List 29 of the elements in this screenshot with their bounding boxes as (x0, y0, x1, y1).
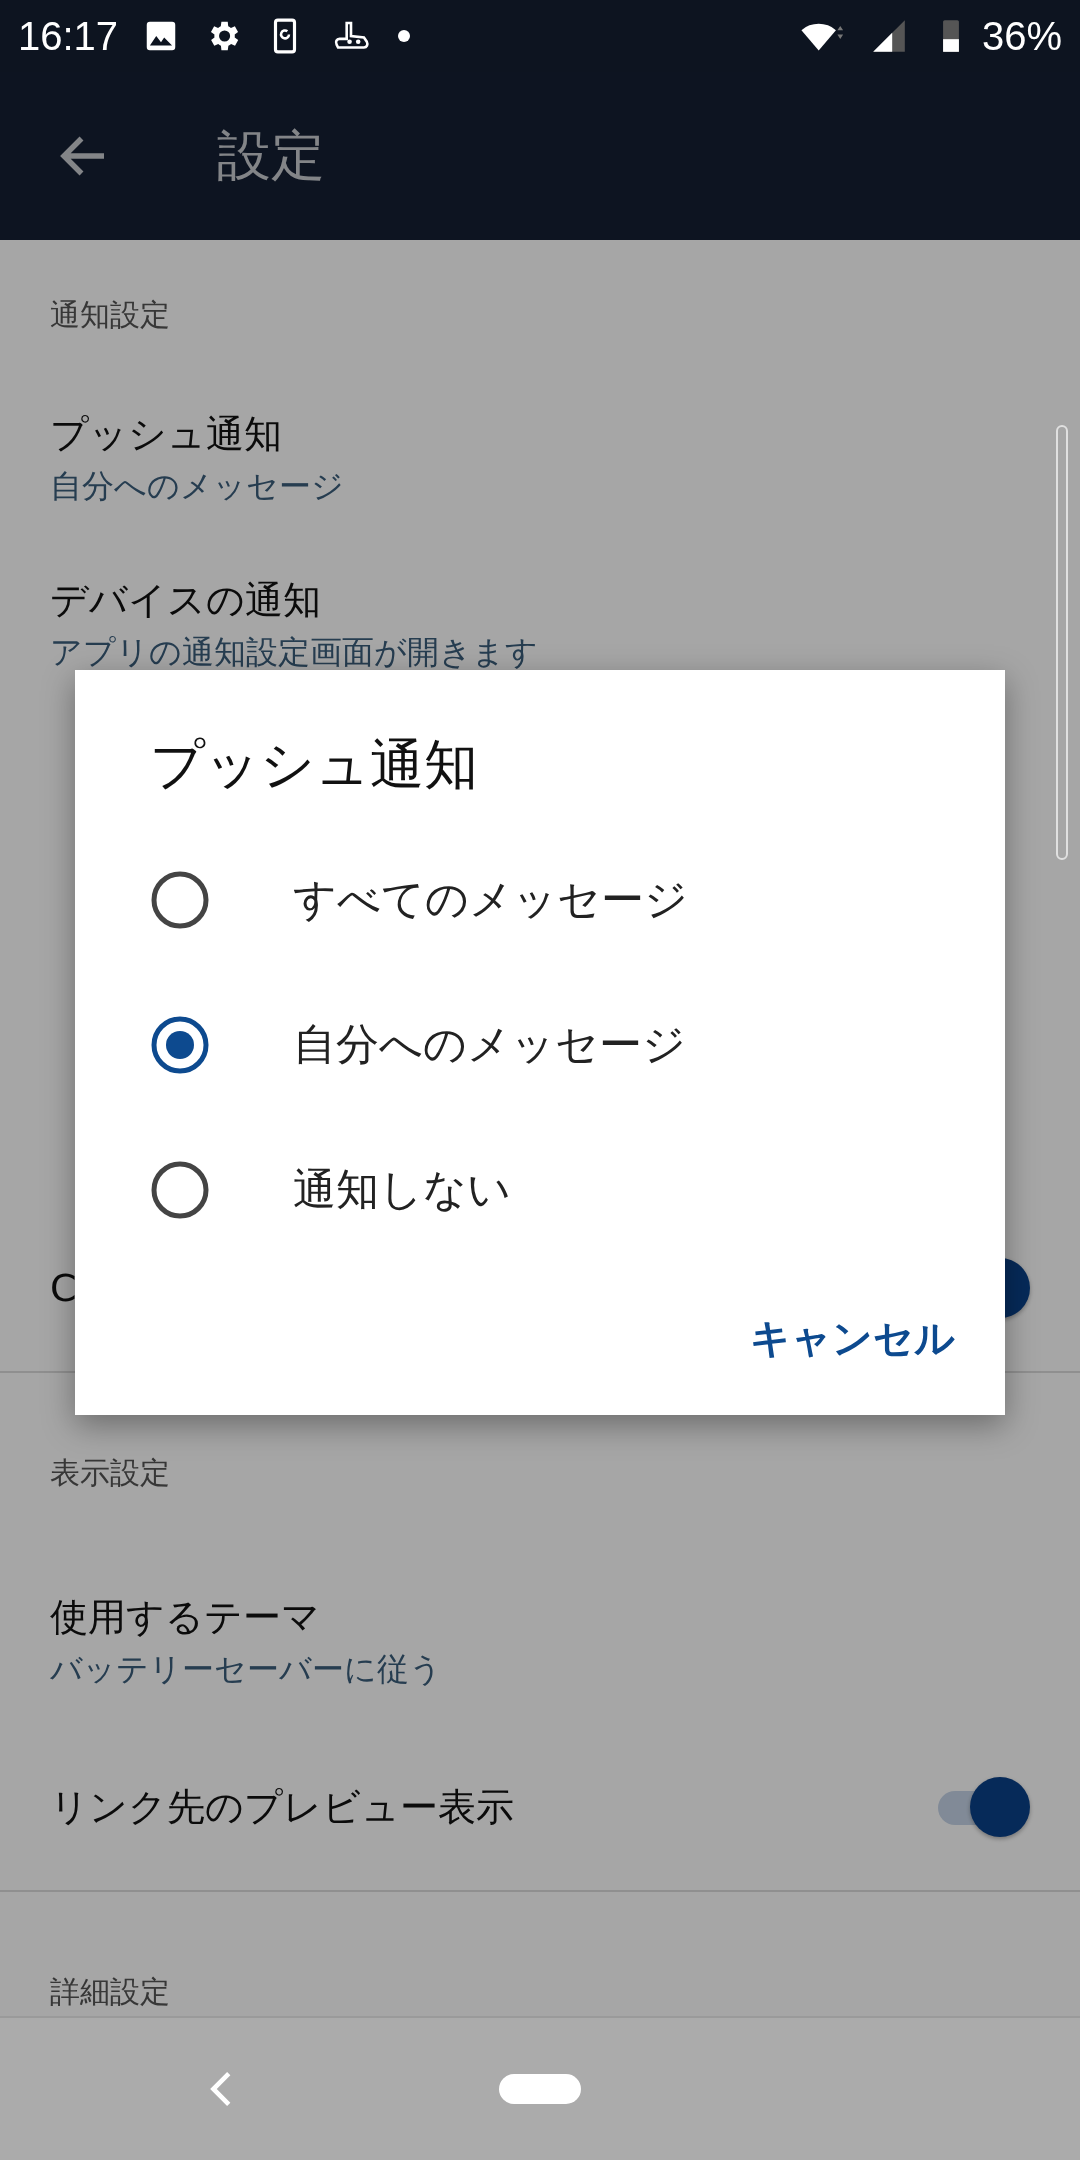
radio-option[interactable]: 自分へのメッセージ (75, 972, 1005, 1117)
clock: 16:17 (18, 13, 119, 59)
cancel-button[interactable]: キャンセル (740, 1298, 965, 1378)
dialog-title: プッシュ通知 (149, 732, 479, 798)
item-title: プッシュ通知 (50, 411, 282, 458)
option-label: 自分へのメッセージ (293, 1017, 686, 1071)
radio-button[interactable] (150, 869, 210, 930)
option-label: すべてのメッセージ (293, 872, 688, 926)
section-header: 表示設定 (49, 1454, 171, 1492)
radio-button[interactable] (150, 1159, 210, 1220)
option-label: 通知しない (293, 1162, 511, 1216)
item-title: リンク先のプレビュー表示 (50, 1784, 514, 1831)
notification-dot-icon (398, 30, 411, 42)
battery-level: 36% (981, 13, 1062, 59)
section-header: 詳細設定 (49, 1973, 171, 2011)
radio-button[interactable] (150, 1014, 210, 1075)
page-title: 設定 (217, 122, 325, 189)
section-header: 通知設定 (49, 296, 171, 334)
item-title: C (50, 1265, 77, 1312)
item-subtitle: 自分へのメッセージ (50, 466, 344, 507)
radio-option[interactable]: すべてのメッセージ (75, 827, 1005, 972)
settings-item[interactable]: プッシュ通知 自分へのメッセージ (0, 375, 1080, 541)
settings-item[interactable]: リンク先のプレビュー表示 (0, 1724, 1080, 1890)
radio-option[interactable]: 通知しない (75, 1117, 1005, 1262)
item-title: デバイスの通知 (50, 577, 321, 624)
settings-item[interactable]: 使用するテーマ バッテリーセーバーに従う (0, 1558, 1080, 1724)
item-title: 使用するテーマ (50, 1594, 320, 1641)
item-subtitle: アプリの通知設定画面が開きます (50, 632, 538, 673)
item-subtitle: バッテリーセーバーに従う (50, 1649, 442, 1690)
